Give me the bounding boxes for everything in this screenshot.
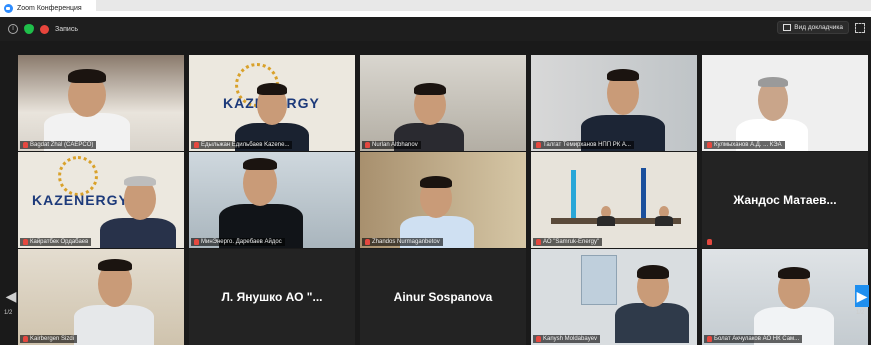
page-indicator-left: 1/2: [4, 310, 13, 316]
participant-name: Кулмыханов А.Д. ... КЭА: [704, 141, 785, 149]
video-tile[interactable]: Талгат Темирханов НПП РК А...: [531, 55, 697, 151]
participant-name: Bagdat Zhal (CAEPCO): [20, 141, 97, 149]
video-tile-active-speaker[interactable]: Болат Акчулаков АО НК Сам...: [702, 249, 868, 345]
participant-name: Nurlan Altbhanov: [362, 141, 421, 149]
video-tile[interactable]: АО "Samruk-Energy": [531, 152, 697, 248]
zoom-logo-icon: [4, 4, 13, 13]
participant-name: Zhandos Nurmaganbetov: [362, 238, 443, 246]
mic-muted-icon: [23, 239, 28, 245]
video-tile[interactable]: KAZENERGY Кайратбек Ордабаев: [18, 152, 184, 248]
video-tile[interactable]: Kairbergen Sizdi: [18, 249, 184, 345]
video-tile[interactable]: Кулмыханов А.Д. ... КЭА: [702, 55, 868, 151]
participant-name: Kanysh Moldabayev: [533, 335, 601, 343]
participant-name-display: Жандос Матаев...: [702, 152, 868, 248]
mic-muted-icon: [23, 142, 28, 148]
previous-page-button[interactable]: ◀: [4, 285, 18, 307]
mic-muted-icon: [707, 336, 712, 342]
video-tile[interactable]: МинЭнерго. Даребаев Айдос: [189, 152, 355, 248]
mic-muted-icon: [194, 142, 199, 148]
record-label[interactable]: Запись: [55, 26, 78, 33]
video-tile[interactable]: Zhandos Nurmaganbetov: [360, 152, 526, 248]
video-tile[interactable]: Л. Янушко АО "...: [189, 249, 355, 345]
next-page-button[interactable]: ▶: [855, 285, 869, 307]
window-title: Zoom Конференция: [17, 5, 82, 12]
page-indicator-right: 1/2: [856, 310, 865, 316]
app-title: Zoom Конференция: [0, 4, 82, 13]
participant-name: Болат Акчулаков АО НК Сам...: [704, 335, 803, 343]
mic-muted-icon: [707, 239, 712, 245]
participant-name-display: Л. Янушко АО "...: [189, 249, 355, 345]
fullscreen-icon[interactable]: [855, 22, 865, 33]
mic-muted-icon: [365, 142, 370, 148]
video-tile[interactable]: Kanysh Moldabayev: [531, 249, 697, 345]
video-tile[interactable]: Bagdat Zhal (CAEPCO): [18, 55, 184, 151]
titlebar-blank: [96, 0, 871, 11]
mic-muted-icon: [23, 336, 28, 342]
participant-name: Едыльжан Едильбаев Kazene...: [191, 141, 293, 149]
mic-muted-icon: [536, 142, 541, 148]
mic-muted-icon: [536, 239, 541, 245]
video-tile[interactable]: Ainur Sospanova: [360, 249, 526, 345]
participant-name: Кайратбек Ордабаев: [20, 238, 92, 246]
chevron-left-icon: ◀: [5, 287, 17, 304]
info-icon[interactable]: i: [8, 24, 18, 34]
participant-name: АО "Samruk-Energy": [533, 238, 603, 246]
mic-muted-icon: [365, 239, 370, 245]
meeting-toolbar: i Запись Вид докладчика: [0, 17, 871, 41]
gallery-view: Bagdat Zhal (CAEPCO) KAZENERGY Едыльжан …: [18, 55, 868, 345]
participant-name: Kairbergen Sizdi: [20, 335, 78, 343]
participant-name: Талгат Темирханов НПП РК А...: [533, 141, 634, 149]
video-tile[interactable]: Жандос Матаев...: [702, 152, 868, 248]
speaker-view-icon: [783, 24, 792, 31]
chevron-right-icon: ▶: [856, 287, 868, 304]
speaker-view-label: Вид докладчика: [794, 24, 843, 31]
mic-muted-icon: [707, 142, 712, 148]
mic-status: [704, 238, 715, 246]
security-shield-icon[interactable]: [24, 24, 34, 34]
title-bar: Zoom Конференция: [0, 0, 871, 17]
participant-name: МинЭнерго. Даребаев Айдос: [191, 238, 285, 246]
mic-muted-icon: [536, 336, 541, 342]
video-tile[interactable]: Nurlan Altbhanov: [360, 55, 526, 151]
speaker-view-button[interactable]: Вид докладчика: [777, 21, 849, 34]
mic-muted-icon: [194, 239, 199, 245]
participant-name-display: Ainur Sospanova: [360, 249, 526, 345]
record-icon[interactable]: [40, 24, 49, 34]
video-tile[interactable]: KAZENERGY Едыльжан Едильбаев Kazene...: [189, 55, 355, 151]
